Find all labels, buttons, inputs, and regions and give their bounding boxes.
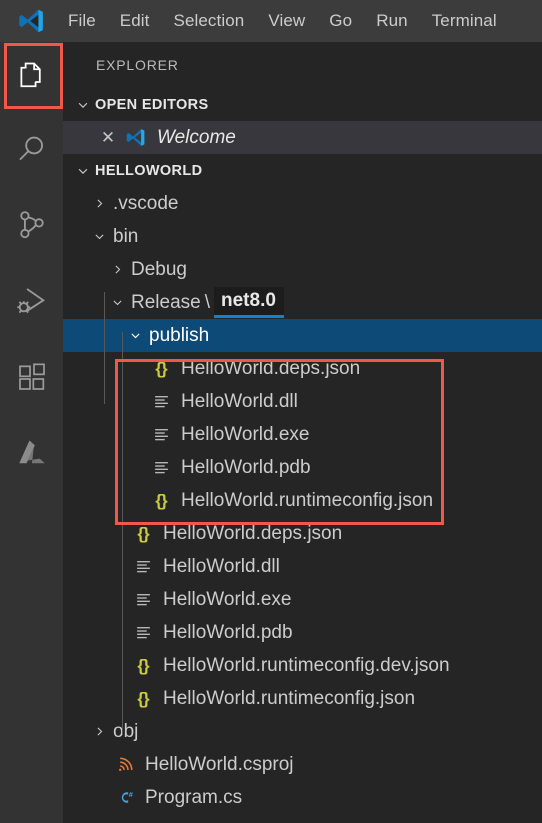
binary-file-icon xyxy=(147,418,175,451)
compact-folder-separator: \ xyxy=(204,291,210,313)
file-label: HelloWorld.exe xyxy=(163,588,292,610)
binary-file-icon xyxy=(147,385,175,418)
tree-item-label: publish xyxy=(149,324,210,346)
tree-item-label: Debug xyxy=(131,258,187,280)
binary-file-icon xyxy=(129,583,157,616)
tree-item-label: .vscode xyxy=(113,192,179,214)
compact-folder-segment-net8[interactable]: net8.0 xyxy=(214,287,284,318)
tree-item-file[interactable]: {} HelloWorld.runtimeconfig.json xyxy=(63,682,542,715)
json-file-icon: {} xyxy=(155,490,167,510)
file-label: Program.cs xyxy=(145,786,243,808)
azure-icon xyxy=(15,436,49,470)
tree-item-program-cs[interactable]: # Program.cs xyxy=(63,781,542,814)
menu-file[interactable]: File xyxy=(56,8,108,34)
vscode-logo-icon xyxy=(16,6,46,36)
chevron-down-icon[interactable] xyxy=(87,220,111,253)
file-label: HelloWorld.pdb xyxy=(181,456,311,478)
sidebar-item-explorer[interactable] xyxy=(0,42,63,111)
tree-item-file[interactable]: HelloWorld.dll xyxy=(63,550,542,583)
sidebar-item-extensions[interactable] xyxy=(0,339,63,415)
sidebar-item-run-debug[interactable] xyxy=(0,263,63,339)
title-menu-bar: File Edit Selection View Go Run Terminal xyxy=(0,0,542,42)
section-open-editors-label: OPEN EDITORS xyxy=(95,96,209,113)
page-title: EXPLORER xyxy=(96,57,179,73)
file-label: HelloWorld.dll xyxy=(163,555,280,577)
file-label: HelloWorld.csproj xyxy=(145,753,294,775)
tree-item-file[interactable]: HelloWorld.exe xyxy=(63,583,542,616)
file-label: HelloWorld.exe xyxy=(181,423,310,445)
tree-item-file[interactable]: {} HelloWorld.runtimeconfig.dev.json xyxy=(63,649,542,682)
file-label: HelloWorld.deps.json xyxy=(163,522,343,544)
sidebar-item-azure[interactable] xyxy=(0,415,63,491)
binary-file-icon xyxy=(147,451,175,484)
chevron-down-icon xyxy=(71,154,95,187)
json-file-icon: {} xyxy=(137,688,149,708)
tree-item-file[interactable]: HelloWorld.pdb xyxy=(63,451,542,484)
explorer-sidebar: EXPLORER OPEN EDITORS ✕ Welcome HELLOWOR… xyxy=(63,42,542,823)
activity-bar xyxy=(0,42,63,823)
tree-item-file[interactable]: HelloWorld.exe xyxy=(63,418,542,451)
source-control-icon xyxy=(15,208,49,242)
chevron-down-icon[interactable] xyxy=(105,286,129,319)
vscode-logo-icon xyxy=(121,121,149,154)
close-icon[interactable]: ✕ xyxy=(95,121,121,154)
chevron-down-icon xyxy=(71,88,95,121)
chevron-down-icon[interactable] xyxy=(123,319,147,352)
sidebar-item-source-control[interactable] xyxy=(0,187,63,263)
tree-item-file[interactable]: {} HelloWorld.runtimeconfig.json xyxy=(63,484,542,517)
chevron-right-icon[interactable] xyxy=(87,715,111,748)
menu-terminal[interactable]: Terminal xyxy=(420,8,509,34)
open-editor-welcome[interactable]: ✕ Welcome xyxy=(63,121,542,154)
file-label: HelloWorld.runtimeconfig.dev.json xyxy=(163,654,450,676)
menu-edit[interactable]: Edit xyxy=(108,8,162,34)
tree-item-publish[interactable]: publish xyxy=(63,319,542,352)
tree-item-file[interactable]: {} HelloWorld.deps.json xyxy=(63,517,542,550)
menu-selection[interactable]: Selection xyxy=(162,8,257,34)
menu-run[interactable]: Run xyxy=(364,8,420,34)
section-open-editors[interactable]: OPEN EDITORS xyxy=(63,88,542,121)
files-icon xyxy=(15,60,49,94)
sidebar-item-search[interactable] xyxy=(0,111,63,187)
search-icon xyxy=(15,132,49,166)
menu-view[interactable]: View xyxy=(256,8,317,34)
tree-item-file[interactable]: HelloWorld.pdb xyxy=(63,616,542,649)
tree-item-file[interactable]: {} HelloWorld.deps.json xyxy=(63,352,542,385)
run-and-debug-icon xyxy=(15,284,49,318)
indent-guide xyxy=(122,332,123,735)
section-workspace-helloworld[interactable]: HELLOWORLD xyxy=(63,154,542,187)
json-file-icon: {} xyxy=(155,358,167,378)
extensions-icon xyxy=(16,361,48,393)
file-label: HelloWorld.runtimeconfig.json xyxy=(181,489,434,511)
tree-item-label: bin xyxy=(113,225,139,247)
workspace-name: HELLOWORLD xyxy=(95,162,203,179)
json-file-icon: {} xyxy=(137,655,149,675)
open-editor-label: Welcome xyxy=(157,126,236,148)
file-label: HelloWorld.runtimeconfig.json xyxy=(163,687,416,709)
binary-file-icon xyxy=(129,550,157,583)
binary-file-icon xyxy=(129,616,157,649)
file-label: HelloWorld.dll xyxy=(181,390,298,412)
chevron-right-icon[interactable] xyxy=(105,253,129,286)
menu-items: File Edit Selection View Go Run Terminal xyxy=(56,8,509,34)
tree-item-bin[interactable]: bin xyxy=(63,220,542,253)
tree-item-obj[interactable]: obj xyxy=(63,715,542,748)
tree-item-label: obj xyxy=(113,720,139,742)
file-label: HelloWorld.deps.json xyxy=(181,357,361,379)
svg-text:#: # xyxy=(128,790,132,799)
tree-item-vscode[interactable]: .vscode xyxy=(63,187,542,220)
chevron-right-icon[interactable] xyxy=(87,187,111,220)
csharp-file-icon: # xyxy=(111,781,139,814)
vscode-window: File Edit Selection View Go Run Terminal xyxy=(0,0,542,823)
csproj-file-icon xyxy=(111,748,139,781)
tree-item-release-net8[interactable]: Release \ net8.0 xyxy=(63,286,542,319)
file-label: HelloWorld.pdb xyxy=(163,621,293,643)
tree-item-file[interactable]: HelloWorld.dll xyxy=(63,385,542,418)
indent-guide xyxy=(104,292,105,404)
tree-item-debug[interactable]: Debug xyxy=(63,253,542,286)
menu-go[interactable]: Go xyxy=(317,8,364,34)
json-file-icon: {} xyxy=(137,523,149,543)
tree-item-label[interactable]: Release xyxy=(129,292,201,314)
tree-item-csproj[interactable]: HelloWorld.csproj xyxy=(63,748,542,781)
